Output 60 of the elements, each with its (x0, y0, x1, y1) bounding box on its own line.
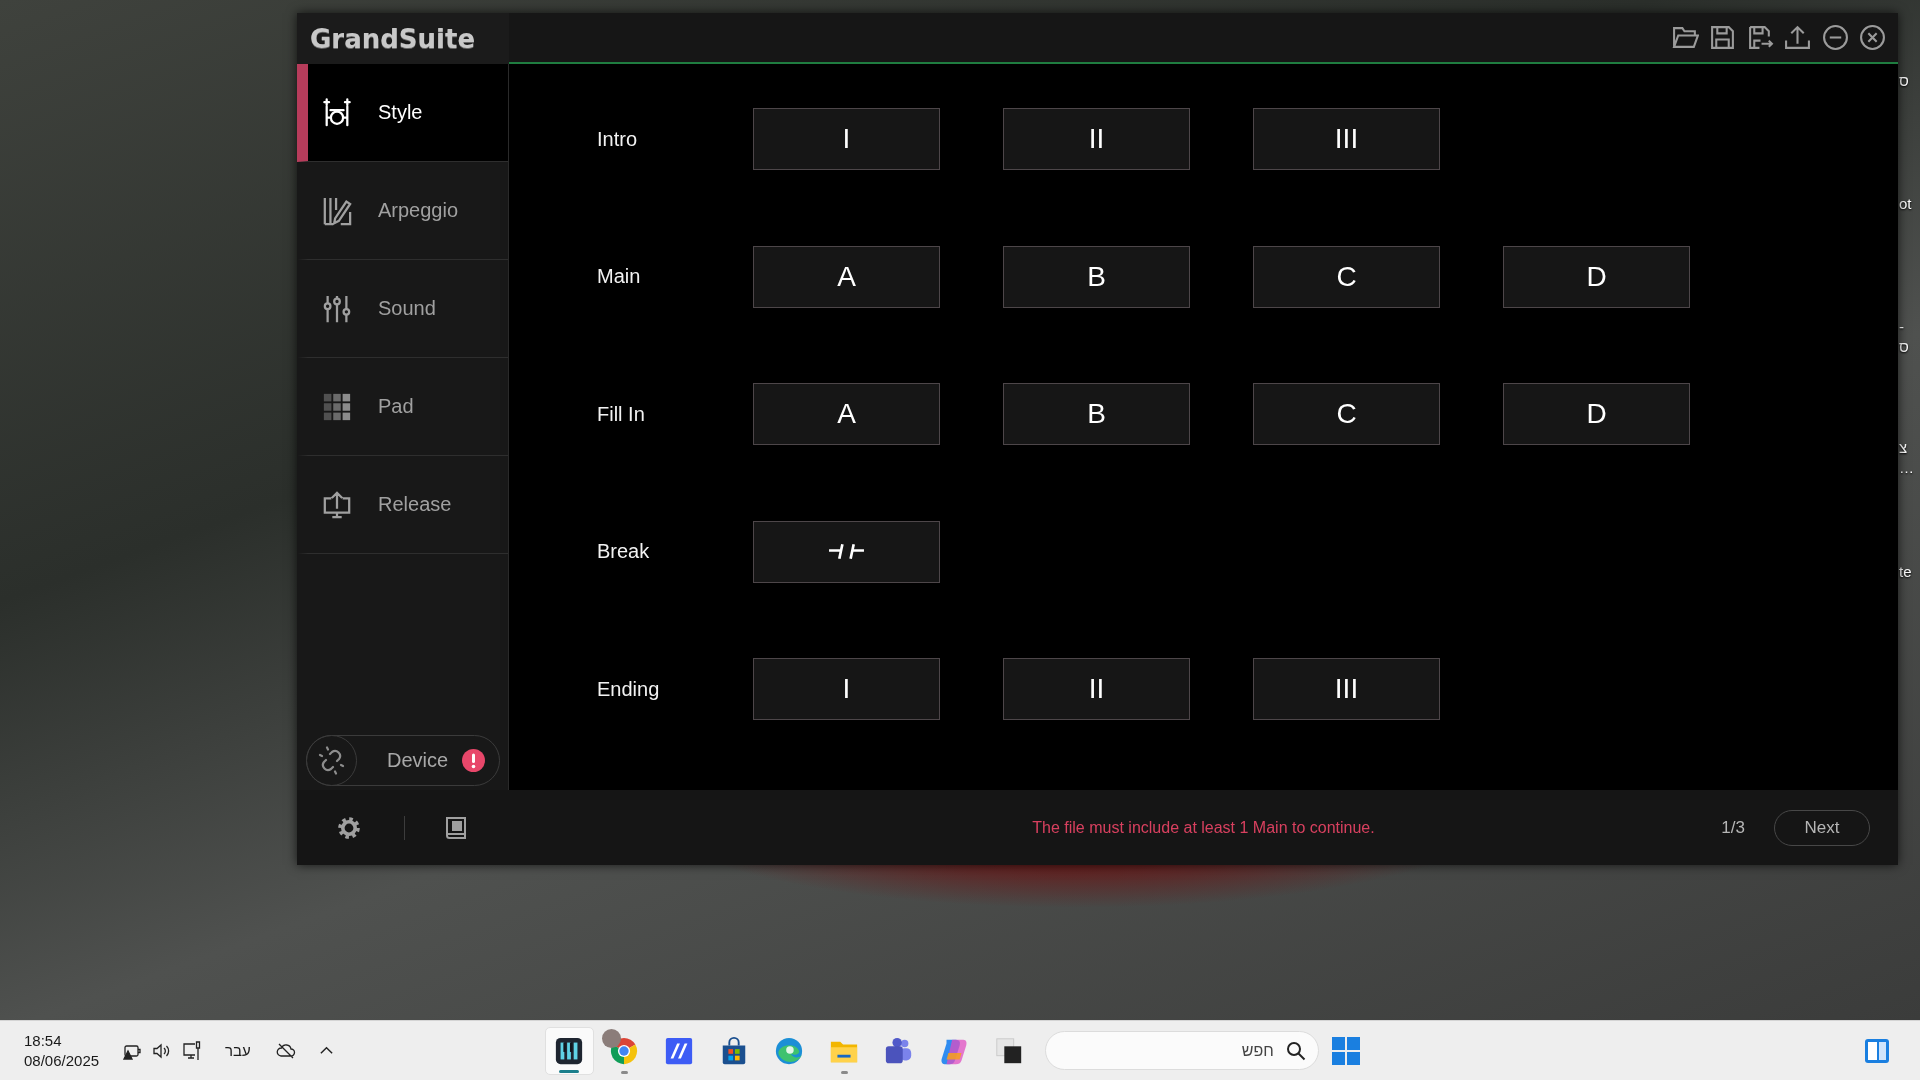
four-panes-icon[interactable] (1331, 1036, 1360, 1065)
section-label: Main (597, 265, 641, 288)
desktop-icon-label[interactable]: te (1899, 562, 1912, 582)
desktop-icon-label[interactable]: ס (1899, 71, 1909, 91)
piano-keys-icon (554, 1035, 585, 1066)
pattern-button[interactable]: A (753, 245, 940, 308)
pattern-button[interactable]: C (1253, 383, 1440, 445)
wave-circle-icon (774, 1035, 805, 1066)
panel-icon[interactable] (1864, 1037, 1890, 1064)
language-indicator[interactable]: עבר (225, 1042, 251, 1059)
search-field[interactable]: חפש (1044, 1031, 1319, 1070)
pattern-button[interactable]: D (1503, 245, 1690, 308)
settings-icon[interactable] (337, 815, 361, 840)
drum-kit-icon (322, 97, 352, 128)
monitor-cable-icon[interactable] (182, 1040, 202, 1061)
monitor-upload-icon (322, 489, 352, 520)
minimize-icon[interactable] (1821, 24, 1849, 51)
break-symbol-icon (828, 543, 865, 560)
desktop-icon-label[interactable]: ot (1899, 194, 1912, 214)
search-icon (1285, 1041, 1306, 1061)
pattern-button[interactable]: I (753, 108, 940, 170)
sidebar-item[interactable]: Sound (297, 260, 508, 358)
clock-time[interactable]: 18:54 (24, 1030, 101, 1051)
pattern-button[interactable]: III (1253, 108, 1440, 170)
section-label: Fill In (597, 402, 645, 426)
pattern-button[interactable]: III (1253, 658, 1440, 720)
clock-date[interactable]: 08/06/2025 (24, 1050, 101, 1071)
avatar-icon (601, 1028, 621, 1048)
pattern-button[interactable]: A (753, 383, 940, 445)
slash-tile-icon (664, 1035, 695, 1066)
sidebar-item[interactable]: Style (297, 64, 508, 162)
pattern-button[interactable]: I (753, 658, 940, 720)
broken-link-icon (306, 734, 357, 786)
app-logo: GrandSuite (310, 23, 476, 54)
sidebar-item[interactable]: Pad (297, 358, 508, 456)
pattern-button[interactable]: B (1003, 383, 1190, 445)
pattern-button[interactable]: C (1253, 245, 1440, 308)
status-message: The file must include at least 1 Main to continue. (1032, 818, 1375, 837)
floppy-arrow-icon[interactable] (1746, 24, 1774, 51)
page-indicator: 1/3 (1721, 817, 1745, 838)
sliders-icon (322, 293, 352, 324)
keys-pencil-icon (322, 195, 352, 226)
folder-icon[interactable] (1671, 24, 1699, 51)
desktop-icon-label[interactable]: - ס (1899, 317, 1909, 357)
section-label: Intro (597, 127, 638, 151)
desktop-icon-label[interactable]: צ … (1899, 438, 1914, 478)
square-grid-icon (322, 391, 352, 422)
save-icon[interactable] (1709, 24, 1736, 51)
taskbar-app-button[interactable] (544, 1026, 594, 1075)
pattern-button[interactable]: II (1003, 108, 1190, 170)
pattern-button[interactable]: B (1003, 245, 1190, 308)
sidebar-item[interactable]: Release (297, 456, 508, 554)
book-icon[interactable] (445, 815, 467, 840)
upload-icon[interactable] (1784, 24, 1811, 51)
section-label: Ending (597, 677, 660, 701)
sidebar-item[interactable]: Arpeggio (297, 162, 508, 260)
pattern-button[interactable]: D (1503, 383, 1690, 445)
pattern-button[interactable]: II (1003, 658, 1190, 720)
close-icon[interactable] (1859, 24, 1886, 51)
section-label: Break (597, 540, 650, 563)
